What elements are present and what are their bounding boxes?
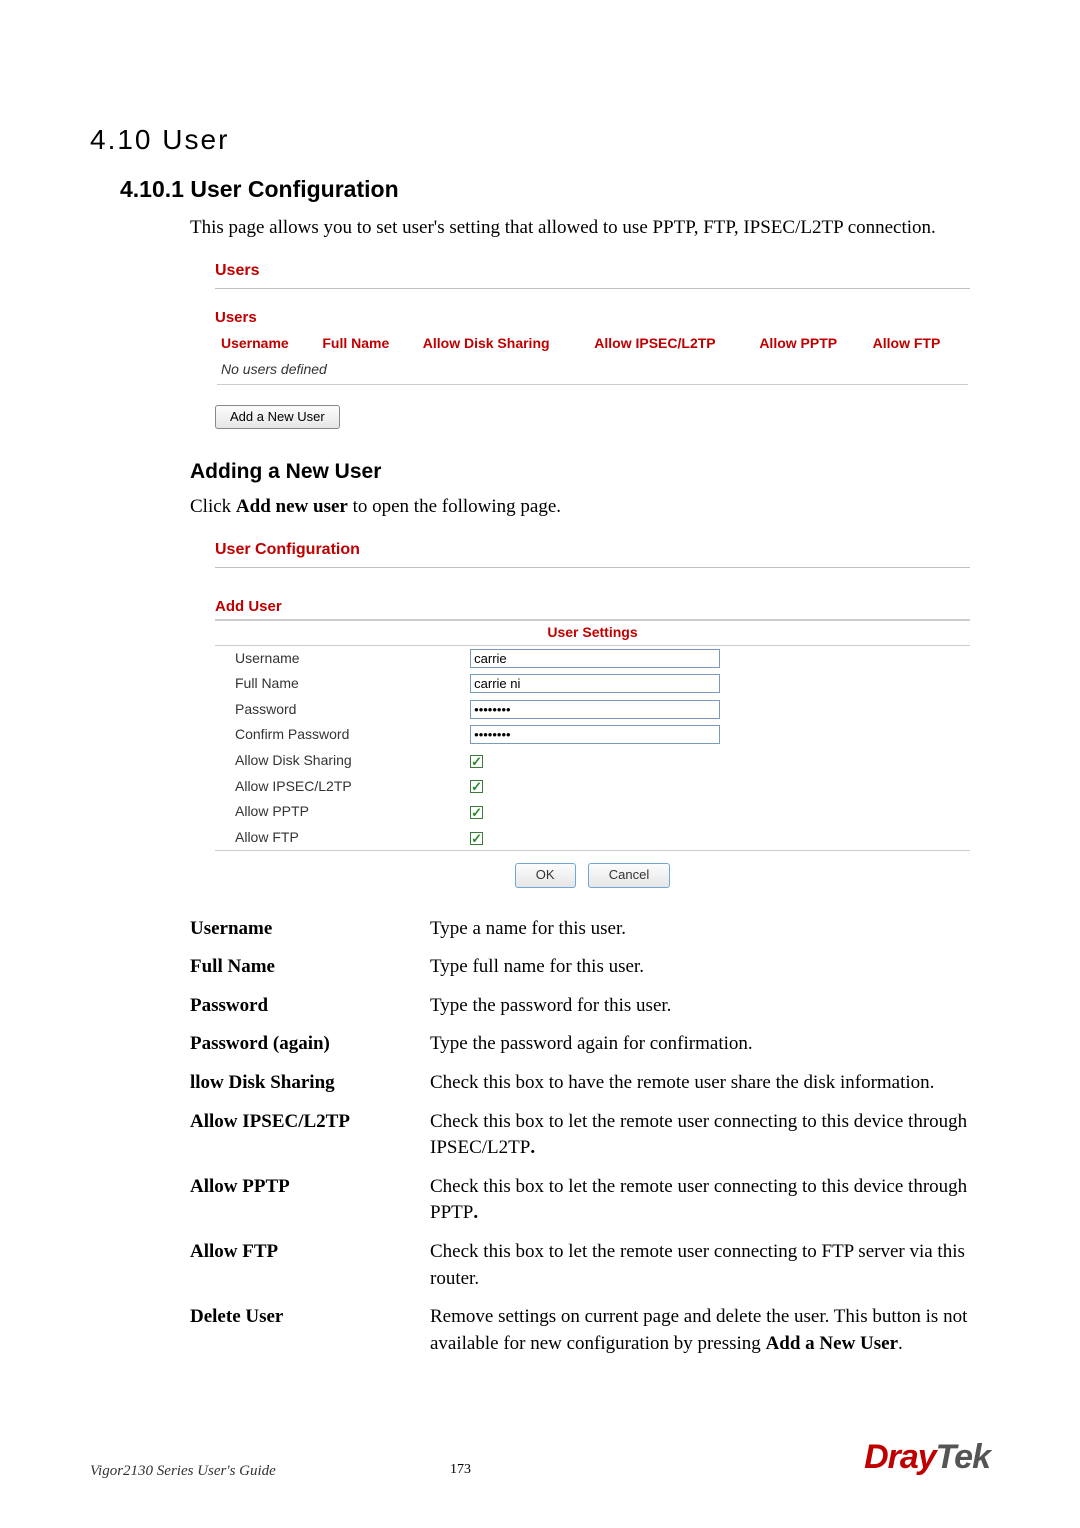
add-user-box-title: Add User xyxy=(215,596,970,617)
user-config-title: User Configuration xyxy=(215,539,970,561)
def-row: Allow PPTP Check this box to let the rem… xyxy=(190,1174,970,1227)
divider xyxy=(215,288,970,289)
def-row: Allow FTP Check this box to let the remo… xyxy=(190,1239,970,1292)
def-term: Delete User xyxy=(190,1304,430,1357)
def-desc: Check this box to let the remote user co… xyxy=(430,1239,970,1292)
def-row: Password (again) Type the password again… xyxy=(190,1031,970,1058)
text: Click xyxy=(190,496,236,517)
def-term: Full Name xyxy=(190,954,430,981)
cancel-button[interactable]: Cancel xyxy=(588,863,670,887)
intro-paragraph: This page allows you to set user's setti… xyxy=(190,215,980,242)
bold-text: Add new user xyxy=(236,496,348,517)
def-desc: Type a name for this user. xyxy=(430,916,970,943)
def-desc: Check this box to let the remote user co… xyxy=(430,1109,970,1162)
users-subtitle: Users xyxy=(215,307,970,328)
username-label: Username xyxy=(215,646,464,672)
user-settings-form: Username Full Name Password Confirm Pass… xyxy=(215,646,970,851)
no-users-text: No users defined xyxy=(217,358,968,385)
def-desc: Type full name for this user. xyxy=(430,954,970,981)
allow-pptp-label: Allow PPTP xyxy=(215,799,464,825)
def-desc: Type the password for this user. xyxy=(430,993,970,1020)
def-row: Delete User Remove settings on current p… xyxy=(190,1304,970,1357)
col-pptp: Allow PPTP xyxy=(755,332,866,356)
username-input[interactable] xyxy=(470,649,720,668)
col-username: Username xyxy=(217,332,316,356)
allow-ftp-checkbox[interactable] xyxy=(470,832,483,845)
def-term: Allow IPSEC/L2TP xyxy=(190,1109,430,1162)
def-row: Username Type a name for this user. xyxy=(190,916,970,943)
adding-instruction: Click Add new user to open the following… xyxy=(190,494,980,521)
def-desc: Check this box to let the remote user co… xyxy=(430,1174,970,1227)
def-desc: Type the password again for confirmation… xyxy=(430,1031,970,1058)
fullname-label: Full Name xyxy=(215,671,464,697)
def-desc: Check this box to have the remote user s… xyxy=(430,1070,970,1097)
fullname-input[interactable] xyxy=(470,674,720,693)
confirm-password-label: Confirm Password xyxy=(215,722,464,748)
def-row: Password Type the password for this user… xyxy=(190,993,970,1020)
brand-logo: DrayTek xyxy=(864,1434,990,1482)
adding-new-user-heading: Adding a New User xyxy=(190,457,990,486)
def-term: Allow PPTP xyxy=(190,1174,430,1227)
brand-part1: Dray xyxy=(864,1438,936,1476)
user-config-panel-screenshot: User Configuration Add User User Setting… xyxy=(215,539,970,888)
def-term: llow Disk Sharing xyxy=(190,1070,430,1097)
def-term: Allow FTP xyxy=(190,1239,430,1292)
add-new-user-button[interactable]: Add a New User xyxy=(215,405,340,429)
allow-disk-label: Allow Disk Sharing xyxy=(215,748,464,774)
password-label: Password xyxy=(215,697,464,723)
ok-button[interactable]: OK xyxy=(515,863,576,887)
def-row: Allow IPSEC/L2TP Check this box to let t… xyxy=(190,1109,970,1162)
allow-ipsec-checkbox[interactable] xyxy=(470,780,483,793)
divider xyxy=(215,567,970,568)
field-definitions: Username Type a name for this user. Full… xyxy=(190,916,970,1358)
def-term: Password (again) xyxy=(190,1031,430,1058)
users-panel-screenshot: Users Users Username Full Name Allow Dis… xyxy=(215,260,970,429)
allow-ipsec-label: Allow IPSEC/L2TP xyxy=(215,774,464,800)
subsection-heading: 4.10.1 User Configuration xyxy=(120,173,990,205)
footer-guide-title: Vigor2130 Series User's Guide xyxy=(90,1461,276,1482)
def-row: Full Name Type full name for this user. xyxy=(190,954,970,981)
allow-disk-checkbox[interactable] xyxy=(470,755,483,768)
def-term: Username xyxy=(190,916,430,943)
allow-pptp-checkbox[interactable] xyxy=(470,806,483,819)
password-input[interactable] xyxy=(470,700,720,719)
def-term: Password xyxy=(190,993,430,1020)
page-footer: Vigor2130 Series User's Guide 173 DrayTe… xyxy=(90,1434,990,1482)
confirm-password-input[interactable] xyxy=(470,725,720,744)
col-disk: Allow Disk Sharing xyxy=(419,332,589,356)
def-row: llow Disk Sharing Check this box to have… xyxy=(190,1070,970,1097)
col-ftp: Allow FTP xyxy=(869,332,968,356)
allow-ftp-label: Allow FTP xyxy=(215,825,464,851)
users-table: Username Full Name Allow Disk Sharing Al… xyxy=(215,330,970,386)
col-ipsec: Allow IPSEC/L2TP xyxy=(590,332,753,356)
brand-part2: Tek xyxy=(936,1438,990,1476)
users-panel-title: Users xyxy=(215,260,970,282)
user-settings-header: User Settings xyxy=(215,620,970,646)
col-fullname: Full Name xyxy=(318,332,416,356)
text: to open the following page. xyxy=(348,496,561,517)
page-number: 173 xyxy=(450,1460,471,1480)
section-heading: 4.10 User xyxy=(90,120,990,159)
def-desc: Remove settings on current page and dele… xyxy=(430,1304,970,1357)
